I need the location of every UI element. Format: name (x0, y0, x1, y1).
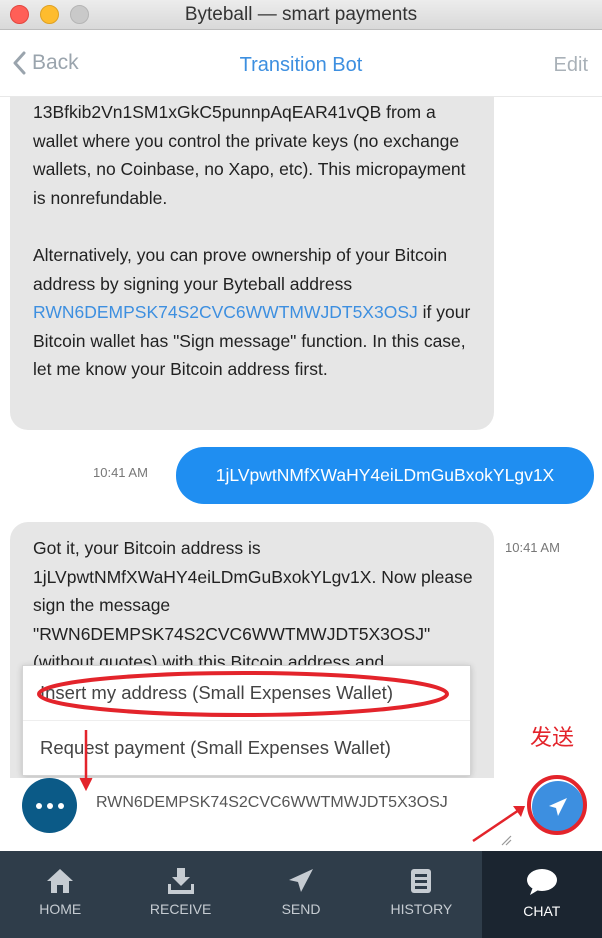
tab-history[interactable]: HISTORY (361, 851, 481, 938)
request-payment-option[interactable]: Request payment (Small Expenses Wallet) (23, 720, 470, 774)
message-text: 13Bfkib2Vn1SM1xGkC5punnpAqEAR41vQB from … (33, 102, 466, 208)
message-text: Alternatively, you can prove ownership o… (33, 244, 471, 380)
page-title: Transition Bot (239, 54, 363, 76)
send-icon (549, 798, 567, 816)
window-title: Byteball — smart payments (184, 4, 418, 25)
tab-label: HOME (39, 901, 82, 917)
paper-plane-icon (289, 869, 314, 892)
resize-grip-icon[interactable] (500, 834, 512, 846)
message-timestamp: 10:41 AM (505, 540, 560, 555)
more-options-button[interactable] (22, 778, 77, 833)
chat-bubble-icon (526, 869, 557, 895)
ellipsis-icon (35, 802, 64, 809)
insert-address-option[interactable]: Insert my address (Small Expenses Wallet… (23, 666, 470, 720)
message-composer: RWN6DEMPSK74S2CVC6WWTMWJDT5X3OSJ (0, 778, 602, 851)
tab-label: RECEIVE (149, 901, 212, 917)
window-titlebar: Byteball — smart payments (0, 0, 602, 30)
tab-label: SEND (281, 901, 321, 917)
tab-receive[interactable]: RECEIVE (120, 851, 240, 938)
send-button[interactable] (532, 781, 584, 833)
message-input[interactable]: RWN6DEMPSK74S2CVC6WWTMWJDT5X3OSJ (96, 792, 506, 813)
tab-label: CHAT (523, 903, 561, 919)
tab-send[interactable]: SEND (241, 851, 361, 938)
tab-chat[interactable]: CHAT (481, 851, 602, 938)
message-text: Got it, your Bitcoin address is 1jLVpwtN… (33, 538, 473, 673)
edit-button[interactable]: Edit (554, 54, 588, 77)
history-icon (411, 869, 432, 893)
tab-bar: HOME RECEIVE SEND HISTORY CHAT (0, 851, 602, 938)
download-icon (167, 868, 194, 894)
outgoing-message: 1jLVpwtNMfXWaHY4eiLDmGuBxokYLgv1X (176, 447, 594, 504)
message-timestamp: 10:41 AM (93, 465, 148, 480)
tab-home[interactable]: HOME (0, 851, 120, 938)
byteball-address-link[interactable]: RWN6DEMPSK74S2CVC6WWTMWJDT5X3OSJ (33, 302, 418, 322)
home-icon (47, 869, 74, 893)
suggestion-popup: Insert my address (Small Expenses Wallet… (22, 665, 471, 776)
annotation-label: 发送 (530, 726, 575, 751)
incoming-message: 13Bfkib2Vn1SM1xGkC5punnpAqEAR41vQB from … (10, 97, 494, 430)
tab-label: HISTORY (390, 901, 453, 917)
nav-bar: Back Transition Bot Edit (0, 31, 602, 97)
